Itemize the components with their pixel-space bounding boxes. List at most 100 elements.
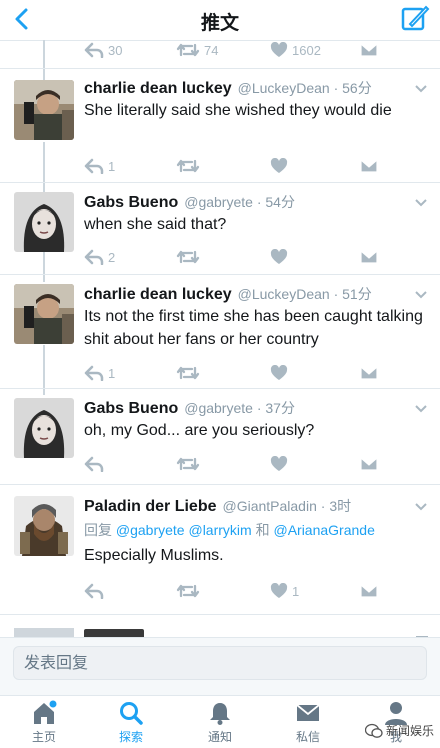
retweet-button[interactable]: 74 — [176, 39, 218, 61]
tweet[interactable]: charlie dean luckey @LuckeyDean · 51分 Its… — [0, 274, 440, 386]
reply-button[interactable]: 30 — [84, 39, 122, 61]
reply-button[interactable] — [84, 453, 104, 475]
reply-count: 1 — [108, 158, 116, 174]
like-button[interactable] — [270, 362, 288, 384]
top-tweet-actions: 30 74 1602 — [84, 39, 384, 61]
retweet-icon — [176, 43, 200, 57]
watermark-text: 新闻娱乐 — [385, 724, 434, 738]
like-button[interactable]: 1602 — [270, 39, 321, 61]
avatar[interactable] — [14, 284, 74, 344]
heart-icon — [270, 583, 288, 598]
wechat-icon — [364, 723, 383, 738]
reply-icon — [84, 249, 104, 265]
tab-messages[interactable]: 私信 — [278, 700, 338, 745]
avatar-photo — [14, 192, 74, 252]
retweet-button[interactable] — [176, 453, 200, 475]
mail-icon — [360, 250, 378, 264]
compose-icon[interactable] — [400, 4, 430, 34]
tweet-text: oh, my God... are you seriously? — [84, 422, 315, 439]
like-button[interactable] — [270, 155, 288, 177]
tweet[interactable]: charlie dean luckey @LuckeyDean · 56分 She… — [0, 68, 440, 178]
reply-prefix: 回复 — [84, 522, 112, 538]
like-count: 1 — [292, 583, 300, 599]
mention-link[interactable]: @larrykim — [188, 522, 251, 538]
retweet-button[interactable] — [176, 580, 200, 602]
dm-button[interactable] — [360, 362, 378, 384]
tweet[interactable]: Gabs Bueno @gabryete · 37分 oh, my God... … — [0, 388, 440, 484]
like-count: 1602 — [292, 42, 321, 58]
chevron-down-icon[interactable] — [414, 290, 428, 300]
dm-button[interactable] — [360, 39, 378, 61]
tweet-author[interactable]: Gabs Bueno @gabryete · 54分 — [84, 192, 295, 212]
tweet-text: Its not the first time she has been caug… — [84, 308, 423, 348]
mention-link[interactable]: @gabryete — [116, 522, 185, 538]
heart-icon — [270, 249, 288, 264]
reply-icon — [84, 365, 104, 381]
tab-home[interactable]: 主页 — [14, 700, 74, 745]
tab-messages-label: 私信 — [295, 730, 320, 744]
tweet-text: Especially Muslims. — [84, 547, 224, 564]
chevron-down-icon[interactable] — [414, 404, 428, 414]
avatar[interactable] — [14, 496, 74, 556]
avatar-photo — [14, 496, 74, 556]
reply-to-line: 回复 @gabryete @larrykim 和 @ArianaGrande — [84, 520, 375, 540]
tweet-author[interactable]: charlie dean luckey @LuckeyDean · 56分 — [84, 78, 372, 98]
retweet-icon — [176, 457, 200, 471]
avatar-photo — [14, 398, 74, 458]
reply-button[interactable]: 2 — [84, 246, 115, 268]
avatar[interactable] — [14, 192, 74, 252]
tweet-actions: 1 — [84, 155, 384, 177]
tweet[interactable]: Paladin der Liebe @GiantPaladin · 3时 回复 @… — [0, 484, 440, 614]
retweet-icon — [176, 159, 200, 173]
reply-button[interactable] — [84, 580, 104, 602]
reply-conjunction: 和 — [255, 522, 270, 538]
tab-explore-label: 探索 — [118, 730, 143, 744]
dm-button[interactable] — [360, 155, 378, 177]
heart-icon — [270, 365, 288, 380]
reply-count: 30 — [108, 42, 123, 58]
author-name: charlie dean luckey — [84, 80, 232, 97]
dm-button[interactable] — [360, 453, 378, 475]
avatar-photo — [14, 284, 74, 344]
avatar[interactable] — [14, 398, 74, 458]
author-name: charlie dean luckey — [84, 286, 232, 303]
reply-input[interactable]: 发表回复 — [13, 646, 427, 680]
avatar[interactable] — [14, 80, 74, 140]
retweet-button[interactable] — [176, 155, 200, 177]
avatar-photo — [14, 80, 74, 140]
mail-icon — [296, 704, 320, 721]
reply-icon — [84, 158, 104, 174]
retweet-button[interactable] — [176, 246, 200, 268]
like-button[interactable] — [270, 453, 288, 475]
reply-icon — [84, 42, 104, 58]
mention-link[interactable]: @ArianaGrande — [273, 522, 374, 538]
divider — [0, 614, 440, 615]
reply-count: 1 — [108, 365, 116, 381]
heart-icon — [270, 42, 288, 57]
tweet[interactable]: Gabs Bueno @gabryete · 54分 when she said … — [0, 182, 440, 274]
watermark: 新闻娱乐 — [364, 722, 434, 739]
chevron-down-icon[interactable] — [414, 84, 428, 94]
reply-button[interactable]: 1 — [84, 155, 115, 177]
mail-icon — [360, 43, 378, 57]
author-handle: @gabryete · 37分 — [184, 400, 295, 416]
reply-bar: 发表回复 — [0, 637, 440, 696]
tweet-actions — [84, 453, 384, 475]
tab-notifications[interactable]: 通知 — [190, 700, 250, 745]
like-button[interactable] — [270, 246, 288, 268]
tab-explore[interactable]: 探索 — [101, 700, 161, 745]
tweet-author[interactable]: charlie dean luckey @LuckeyDean · 51分 — [84, 284, 372, 304]
retweet-icon — [176, 250, 200, 264]
author-name: Gabs Bueno — [84, 194, 179, 211]
dm-button[interactable] — [360, 246, 378, 268]
dm-button[interactable] — [360, 580, 378, 602]
mail-icon — [360, 159, 378, 173]
tweet-author[interactable]: Paladin der Liebe @GiantPaladin · 3时 — [84, 496, 351, 516]
tweet-author[interactable]: Gabs Bueno @gabryete · 37分 — [84, 398, 295, 418]
chevron-down-icon[interactable] — [414, 502, 428, 512]
chevron-down-icon[interactable] — [414, 198, 428, 208]
mail-icon — [360, 584, 378, 598]
retweet-button[interactable] — [176, 362, 200, 384]
reply-button[interactable]: 1 — [84, 362, 115, 384]
like-button[interactable]: 1 — [270, 580, 299, 602]
